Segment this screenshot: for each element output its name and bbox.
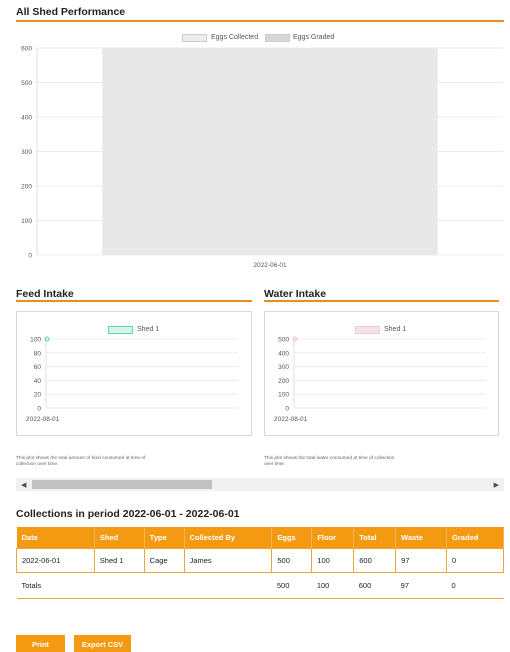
y-tick-label: 200: [278, 378, 289, 385]
horizontal-scrollbar[interactable]: ◀ ▶: [16, 478, 504, 491]
x-tick-label: 2022-08-01: [26, 416, 60, 423]
totals-empty-type: [144, 572, 185, 599]
x-tick-label: 2022-08-01: [274, 416, 308, 423]
y-tick-label: 100: [278, 392, 289, 399]
col-header-floor[interactable]: Floor: [311, 527, 355, 548]
y-tick-label: 100: [30, 337, 41, 344]
cell-waste: 97: [395, 547, 448, 573]
scroll-right-arrow-icon[interactable]: ▶: [494, 481, 499, 489]
col-header-total[interactable]: Total: [353, 527, 397, 548]
water-intake-underline: [264, 300, 499, 302]
totals-empty-collected-by: [184, 572, 272, 599]
totals-eggs: 500: [271, 572, 312, 599]
all-shed-title: All Shed Performance: [16, 6, 126, 18]
col-header-type[interactable]: Type: [144, 527, 185, 548]
collections-title: Collections in period 2022-06-01 - 2022-…: [16, 508, 240, 520]
cell-shed: Shed 1: [93, 547, 145, 573]
water-data-point[interactable]: [292, 336, 298, 342]
y-tick-label: 40: [34, 378, 42, 385]
table-row[interactable]: 2022-06-01 Shed 1 Cage James 500 100 600…: [16, 547, 504, 573]
print-button[interactable]: Print: [16, 635, 65, 652]
y-tick-label: 300: [278, 364, 289, 371]
scroll-left-arrow-icon[interactable]: ◀: [21, 481, 26, 489]
col-header-eggs[interactable]: Eggs: [271, 527, 313, 548]
totals-label: Totals: [16, 572, 95, 599]
all-shed-title-underline: [16, 20, 504, 22]
totals-empty-shed: [94, 572, 145, 599]
feed-note: This plot shows the total amount of feed…: [16, 456, 146, 467]
cell-total: 600: [353, 547, 397, 573]
totals-graded: 0: [446, 572, 504, 599]
col-header-waste[interactable]: Waste: [395, 527, 448, 548]
y-tick-label: 80: [34, 350, 42, 357]
y-tick-label: 400: [278, 350, 289, 357]
col-header-shed[interactable]: Shed: [94, 527, 145, 548]
y-tick-label: 60: [34, 364, 42, 371]
scrollbar-thumb[interactable]: [32, 480, 212, 489]
totals-total: 600: [353, 572, 396, 599]
y-tick-label: 20: [34, 392, 42, 399]
all-shed-chart: 600 500 400 300 200 100 0 2022-06-01: [21, 46, 503, 269]
cell-type: Cage: [143, 547, 185, 573]
cell-floor: 100: [311, 547, 355, 573]
cell-eggs: 500: [271, 547, 313, 573]
x-tick-label: 2022-06-01: [253, 262, 287, 269]
y-tick-label: 300: [21, 149, 32, 156]
feed-data-point[interactable]: [44, 336, 50, 342]
table-header-row: Date Shed Type Collected By Eggs Floor T…: [16, 527, 504, 548]
totals-waste: 97: [395, 572, 447, 599]
y-tick-label: 500: [278, 337, 289, 344]
cell-graded: 0: [446, 547, 504, 573]
col-header-date[interactable]: Date: [16, 527, 95, 548]
y-tick-label: 500: [21, 80, 32, 87]
y-tick-label: 400: [21, 115, 32, 122]
y-tick-label: 200: [21, 184, 32, 191]
collections-table: Date Shed Type Collected By Eggs Floor T…: [16, 527, 504, 599]
feed-chart: 100 80 60 40 20 0 2022-08-01: [26, 336, 238, 423]
col-header-graded[interactable]: Graded: [446, 527, 504, 548]
cell-date: 2022-06-01: [16, 547, 95, 573]
cell-collected-by: James: [183, 547, 273, 573]
feed-intake-title: Feed Intake: [16, 288, 74, 300]
water-intake-title: Water Intake: [264, 288, 327, 300]
y-tick-label: 0: [37, 406, 41, 413]
totals-row: Totals 500 100 600 97 0: [16, 572, 504, 599]
y-tick-label: 100: [21, 218, 32, 225]
bar-eggs-collected[interactable]: [102, 48, 438, 255]
totals-floor: 100: [311, 572, 354, 599]
y-tick-label: 0: [285, 406, 289, 413]
feed-intake-underline: [16, 300, 252, 302]
y-tick-label: 0: [28, 253, 32, 260]
y-tick-label: 600: [21, 46, 32, 53]
water-note: This plot shows the total water consumed…: [264, 456, 395, 467]
water-chart: 500 400 300 200 100 0 2022-08-01: [274, 336, 486, 423]
export-csv-button[interactable]: Export CSV: [74, 635, 131, 652]
col-header-collected-by[interactable]: Collected By: [184, 527, 273, 548]
